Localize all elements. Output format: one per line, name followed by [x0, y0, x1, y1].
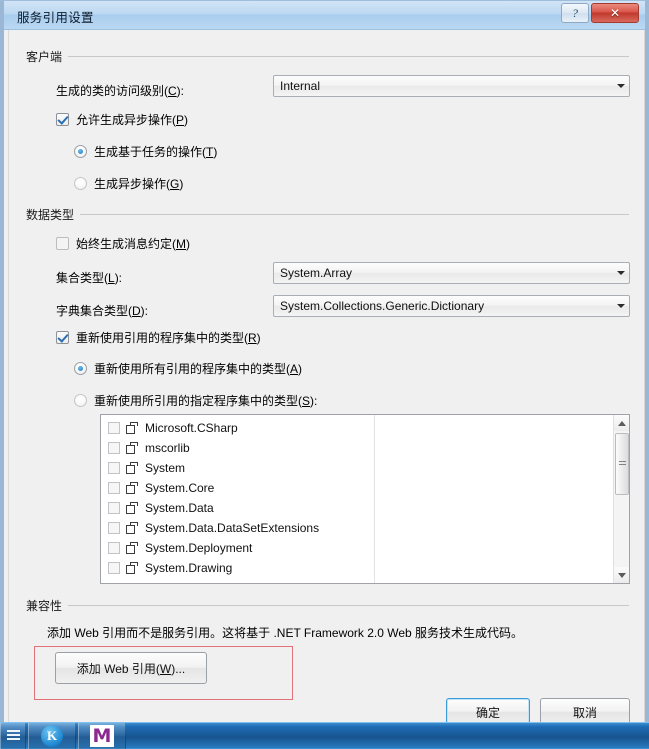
- reuse-specified-label: 重新使用所引用的指定程序集中的类型(S):: [94, 394, 318, 408]
- scroll-down-icon[interactable]: [614, 567, 629, 583]
- scroll-up-icon[interactable]: [614, 415, 629, 431]
- assembly-list: Microsoft.CSharp mscorlib System System.…: [101, 415, 613, 583]
- access-level-combobox[interactable]: Internal: [273, 75, 630, 97]
- list-item-checkbox[interactable]: [108, 522, 120, 534]
- list-item-label: System.Deployment: [145, 541, 253, 555]
- checkbox-box[interactable]: [56, 237, 69, 250]
- group-datatype-label: 数据类型: [26, 207, 75, 222]
- kingsoft-k-icon: K: [41, 725, 63, 747]
- chevron-down-icon[interactable]: [612, 296, 629, 316]
- collection-type-value: System.Array: [280, 266, 353, 280]
- reuse-all-label: 重新使用所有引用的程序集中的类型(A): [94, 362, 303, 376]
- list-item-label: System.Data.DataSetExtensions: [145, 521, 320, 535]
- reuse-all-radio[interactable]: 重新使用所有引用的程序集中的类型(A): [74, 360, 302, 377]
- list-item-checkbox[interactable]: [108, 562, 120, 574]
- add-web-reference-label: 添加 Web 引用(W)...: [76, 661, 186, 676]
- listbox-scrollbar[interactable]: [613, 415, 629, 583]
- list-item-checkbox[interactable]: [108, 462, 120, 474]
- dialog-window: 服务引用设置 ? ✕ 客户端 生成的类的访问级别(C): Internal 允许…: [0, 0, 649, 737]
- dialog-body: 客户端 生成的类的访问级别(C): Internal 允许生成异步操作(P) 生…: [8, 30, 645, 736]
- reuse-specified-radio[interactable]: 重新使用所引用的指定程序集中的类型(S):: [74, 392, 317, 409]
- menu-lines-icon: [6, 730, 20, 742]
- assembly-listbox[interactable]: Microsoft.CSharp mscorlib System System.…: [100, 414, 630, 584]
- window-title: 服务引用设置: [17, 11, 94, 25]
- group-compat-label: 兼容性: [26, 598, 63, 613]
- group-client-label: 客户端: [26, 49, 63, 64]
- allow-async-checkbox[interactable]: 允许生成异步操作(P): [56, 111, 188, 128]
- list-item-label: System.Data: [145, 501, 214, 515]
- list-column-divider: [374, 415, 375, 583]
- collection-type-combobox[interactable]: System.Array: [273, 262, 630, 284]
- allow-async-label: 允许生成异步操作(P): [76, 113, 189, 127]
- async-ops-label: 生成异步操作(G): [94, 177, 184, 191]
- task-based-radio[interactable]: 生成基于任务的操作(T): [74, 143, 217, 160]
- list-item[interactable]: System: [101, 458, 613, 478]
- list-item[interactable]: mscorlib: [101, 438, 613, 458]
- close-icon[interactable]: ✕: [591, 3, 639, 23]
- window-controls: ? ✕: [561, 3, 639, 23]
- list-item-checkbox[interactable]: [108, 442, 120, 454]
- taskbar-item-kingsoft[interactable]: K: [28, 723, 76, 749]
- list-item[interactable]: System.Core: [101, 478, 613, 498]
- group-datatype-header: 数据类型: [26, 207, 629, 222]
- assembly-icon: [126, 521, 139, 535]
- assembly-icon: [126, 561, 139, 575]
- list-item-label: System: [145, 461, 186, 475]
- list-item-checkbox[interactable]: [108, 502, 120, 514]
- list-item[interactable]: System.Drawing: [101, 558, 613, 578]
- radio-button[interactable]: [74, 177, 87, 190]
- reuse-types-label: 重新使用引用的程序集中的类型(R): [76, 331, 261, 345]
- collection-type-label: 集合类型(L):: [56, 271, 123, 285]
- scrollbar-thumb[interactable]: [615, 433, 629, 495]
- assembly-icon: [126, 541, 139, 555]
- taskbar-item-menu[interactable]: [0, 723, 26, 749]
- radio-button[interactable]: [74, 362, 87, 375]
- always-message-contracts-checkbox[interactable]: 始终生成消息约定(M): [56, 235, 190, 252]
- assembly-icon: [126, 421, 139, 435]
- group-datatype-divider: [80, 213, 629, 215]
- access-level-label: 生成的类的访问级别(C):: [56, 84, 185, 98]
- async-ops-radio[interactable]: 生成异步操作(G): [74, 175, 183, 192]
- taskbar-item-mail[interactable]: M: [78, 723, 126, 749]
- list-item[interactable]: System.Deployment: [101, 538, 613, 558]
- access-level-value: Internal: [280, 79, 321, 93]
- group-client-header: 客户端: [26, 49, 629, 64]
- dictionary-type-value: System.Collections.Generic.Dictionary: [280, 299, 485, 313]
- assembly-icon: [126, 461, 139, 475]
- title-bar: 服务引用设置 ? ✕: [4, 1, 645, 30]
- list-item[interactable]: System.Data: [101, 498, 613, 518]
- mail-m-icon: M: [90, 725, 114, 747]
- list-item[interactable]: Microsoft.CSharp: [101, 418, 613, 438]
- list-item-checkbox[interactable]: [108, 422, 120, 434]
- compat-description: 添加 Web 引用而不是服务引用。这将基于 .NET Framework 2.0…: [47, 626, 524, 640]
- task-based-label: 生成基于任务的操作(T): [94, 145, 218, 159]
- list-item-label: mscorlib: [145, 441, 190, 455]
- group-client-divider: [68, 55, 629, 57]
- list-item-label: Microsoft.CSharp: [145, 421, 238, 435]
- list-item-label: System.Core: [145, 481, 215, 495]
- help-icon[interactable]: ?: [561, 3, 589, 23]
- dictionary-type-label: 字典集合类型(D):: [56, 304, 149, 318]
- chevron-down-icon[interactable]: [612, 263, 629, 283]
- taskbar[interactable]: K M: [0, 722, 649, 749]
- assembly-icon: [126, 501, 139, 515]
- screen: 服务引用设置 ? ✕ 客户端 生成的类的访问级别(C): Internal 允许…: [0, 0, 649, 749]
- assembly-icon: [126, 441, 139, 455]
- dictionary-type-combobox[interactable]: System.Collections.Generic.Dictionary: [273, 295, 630, 317]
- group-compat-header: 兼容性: [26, 598, 629, 613]
- reuse-types-checkbox[interactable]: 重新使用引用的程序集中的类型(R): [56, 329, 261, 346]
- checkbox-box[interactable]: [56, 331, 69, 344]
- list-item[interactable]: System.Data.DataSetExtensions: [101, 518, 613, 538]
- chevron-down-icon[interactable]: [612, 76, 629, 96]
- add-web-reference-button[interactable]: 添加 Web 引用(W)...: [55, 652, 207, 684]
- assembly-icon: [126, 481, 139, 495]
- radio-button[interactable]: [74, 145, 87, 158]
- list-item-checkbox[interactable]: [108, 542, 120, 554]
- always-message-contracts-label: 始终生成消息约定(M): [76, 237, 190, 251]
- radio-button[interactable]: [74, 394, 87, 407]
- group-compat-divider: [68, 604, 629, 606]
- list-item-checkbox[interactable]: [108, 482, 120, 494]
- list-item-label: System.Drawing: [145, 561, 233, 575]
- checkbox-box[interactable]: [56, 113, 69, 126]
